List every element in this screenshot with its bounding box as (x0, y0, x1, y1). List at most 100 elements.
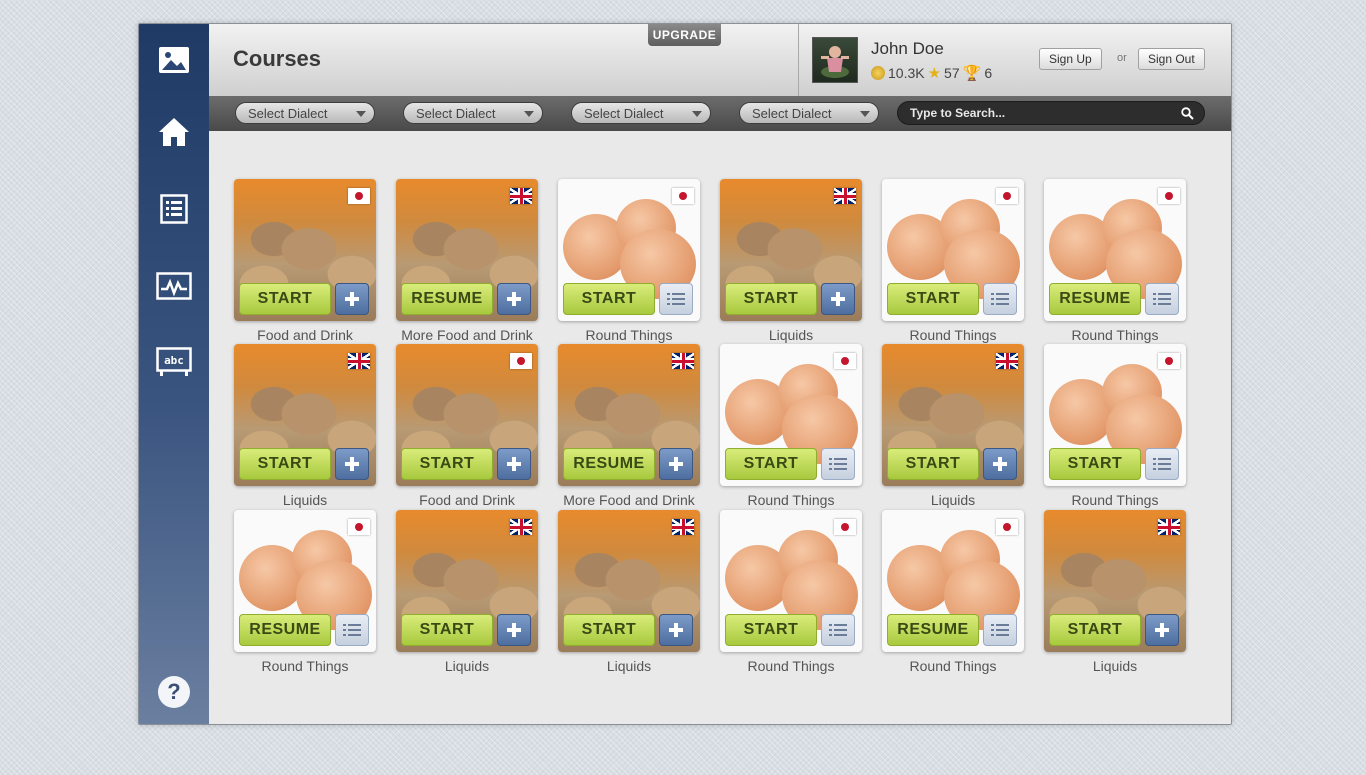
course-card[interactable]: START Liquids (1044, 510, 1186, 674)
course-card[interactable]: START Liquids (558, 510, 700, 674)
course-title[interactable]: Liquids (1024, 658, 1206, 674)
sign-out-button[interactable]: Sign Out (1138, 48, 1205, 70)
course-action-button[interactable]: START (563, 283, 655, 315)
help-button[interactable]: ? (158, 676, 190, 708)
course-card[interactable]: RESUME Round Things (882, 510, 1024, 674)
course-action-button[interactable]: START (1049, 448, 1141, 480)
add-course-button[interactable] (983, 448, 1017, 480)
japan-flag-icon (510, 353, 532, 369)
image-icon[interactable] (156, 42, 192, 78)
dialect-select-2[interactable]: Select Dialect (403, 102, 543, 124)
course-action-button[interactable]: START (887, 448, 979, 480)
course-title[interactable]: Food and Drink (376, 492, 558, 508)
course-title[interactable]: Liquids (862, 492, 1044, 508)
dialect-select-4[interactable]: Select Dialect (739, 102, 879, 124)
trophy-icon: 🏆 (962, 65, 982, 82)
plus-icon (507, 623, 521, 637)
course-action-button[interactable]: START (1049, 614, 1141, 646)
course-title[interactable]: Round Things (1024, 327, 1206, 343)
course-action-button[interactable]: START (401, 448, 493, 480)
course-card[interactable]: START Liquids (396, 510, 538, 674)
course-title[interactable]: Round Things (700, 658, 882, 674)
course-action-button[interactable]: START (401, 614, 493, 646)
course-card[interactable]: RESUME More Food and Drink (396, 179, 538, 343)
add-course-button[interactable] (497, 283, 531, 315)
japan-flag-icon (834, 353, 856, 369)
course-list-button[interactable] (1145, 283, 1179, 315)
course-list-button[interactable] (983, 283, 1017, 315)
course-card[interactable]: START Round Things (720, 344, 862, 508)
course-action-button[interactable]: RESUME (1049, 283, 1141, 315)
course-action-button[interactable]: START (239, 283, 331, 315)
add-course-button[interactable] (497, 614, 531, 646)
course-action-button[interactable]: START (725, 448, 817, 480)
course-title[interactable]: Round Things (538, 327, 720, 343)
course-title[interactable]: Round Things (700, 492, 882, 508)
add-course-button[interactable] (335, 283, 369, 315)
search-icon[interactable] (1181, 107, 1194, 125)
header: Courses UPGRADE John Doe 10.3K ★ 57 🏆 6 … (209, 24, 1231, 97)
upgrade-button[interactable]: UPGRADE (648, 24, 721, 46)
dialect-select-1[interactable]: Select Dialect (235, 102, 375, 124)
sign-up-button[interactable]: Sign Up (1039, 48, 1102, 70)
course-action-button[interactable]: START (725, 614, 817, 646)
course-action-button[interactable]: RESUME (401, 283, 493, 315)
course-title[interactable]: More Food and Drink (376, 327, 558, 343)
dialect-select-3[interactable]: Select Dialect (571, 102, 711, 124)
list-icon[interactable] (156, 191, 192, 227)
add-course-button[interactable] (1145, 614, 1179, 646)
course-action-button[interactable]: START (887, 283, 979, 315)
course-action-button[interactable]: RESUME (563, 448, 655, 480)
course-list-button[interactable] (821, 448, 855, 480)
course-list-button[interactable] (1145, 448, 1179, 480)
course-title[interactable]: Liquids (538, 658, 720, 674)
course-list-button[interactable] (983, 614, 1017, 646)
add-course-button[interactable] (659, 614, 693, 646)
course-title[interactable]: Liquids (700, 327, 882, 343)
course-title[interactable]: Round Things (862, 658, 1044, 674)
course-action-button[interactable]: START (239, 448, 331, 480)
course-card[interactable]: START Liquids (234, 344, 376, 508)
course-action-button[interactable]: START (725, 283, 817, 315)
course-title[interactable]: More Food and Drink (538, 492, 720, 508)
course-card[interactable]: START Food and Drink (396, 344, 538, 508)
course-action-button[interactable]: RESUME (887, 614, 979, 646)
uk-flag-icon (834, 188, 856, 204)
course-action-button[interactable]: START (563, 614, 655, 646)
course-card[interactable]: START Liquids (720, 179, 862, 343)
course-list-button[interactable] (335, 614, 369, 646)
course-card[interactable]: START Liquids (882, 344, 1024, 508)
add-course-button[interactable] (497, 448, 531, 480)
course-title[interactable]: Round Things (862, 327, 1044, 343)
course-card[interactable]: RESUME Round Things (234, 510, 376, 674)
course-card[interactable]: RESUME Round Things (1044, 179, 1186, 343)
uk-flag-icon (348, 353, 370, 369)
course-card[interactable]: START Round Things (558, 179, 700, 343)
course-list-button[interactable] (659, 283, 693, 315)
course-card[interactable]: START Food and Drink (234, 179, 376, 343)
course-title[interactable]: Food and Drink (214, 327, 396, 343)
abc-board-icon[interactable]: abc (156, 344, 192, 380)
course-title[interactable]: Round Things (1024, 492, 1206, 508)
add-course-button[interactable] (335, 448, 369, 480)
course-title[interactable]: Liquids (376, 658, 558, 674)
course-card[interactable]: RESUME More Food and Drink (558, 344, 700, 508)
course-title[interactable]: Liquids (214, 492, 396, 508)
chart-icon[interactable] (156, 268, 192, 304)
add-course-button[interactable] (821, 283, 855, 315)
uk-flag-icon (1158, 519, 1180, 535)
plus-icon (507, 457, 521, 471)
home-icon[interactable] (156, 114, 192, 150)
search-input[interactable] (908, 105, 1172, 121)
course-action-button[interactable]: RESUME (239, 614, 331, 646)
chevron-down-icon (356, 111, 366, 117)
course-list-button[interactable] (821, 614, 855, 646)
avatar[interactable] (812, 37, 858, 83)
course-card[interactable]: START Round Things (720, 510, 862, 674)
course-title[interactable]: Round Things (214, 658, 396, 674)
course-card[interactable]: START Round Things (1044, 344, 1186, 508)
add-course-button[interactable] (659, 448, 693, 480)
course-card[interactable]: START Round Things (882, 179, 1024, 343)
svg-text:abc: abc (164, 354, 184, 367)
plus-icon (345, 292, 359, 306)
